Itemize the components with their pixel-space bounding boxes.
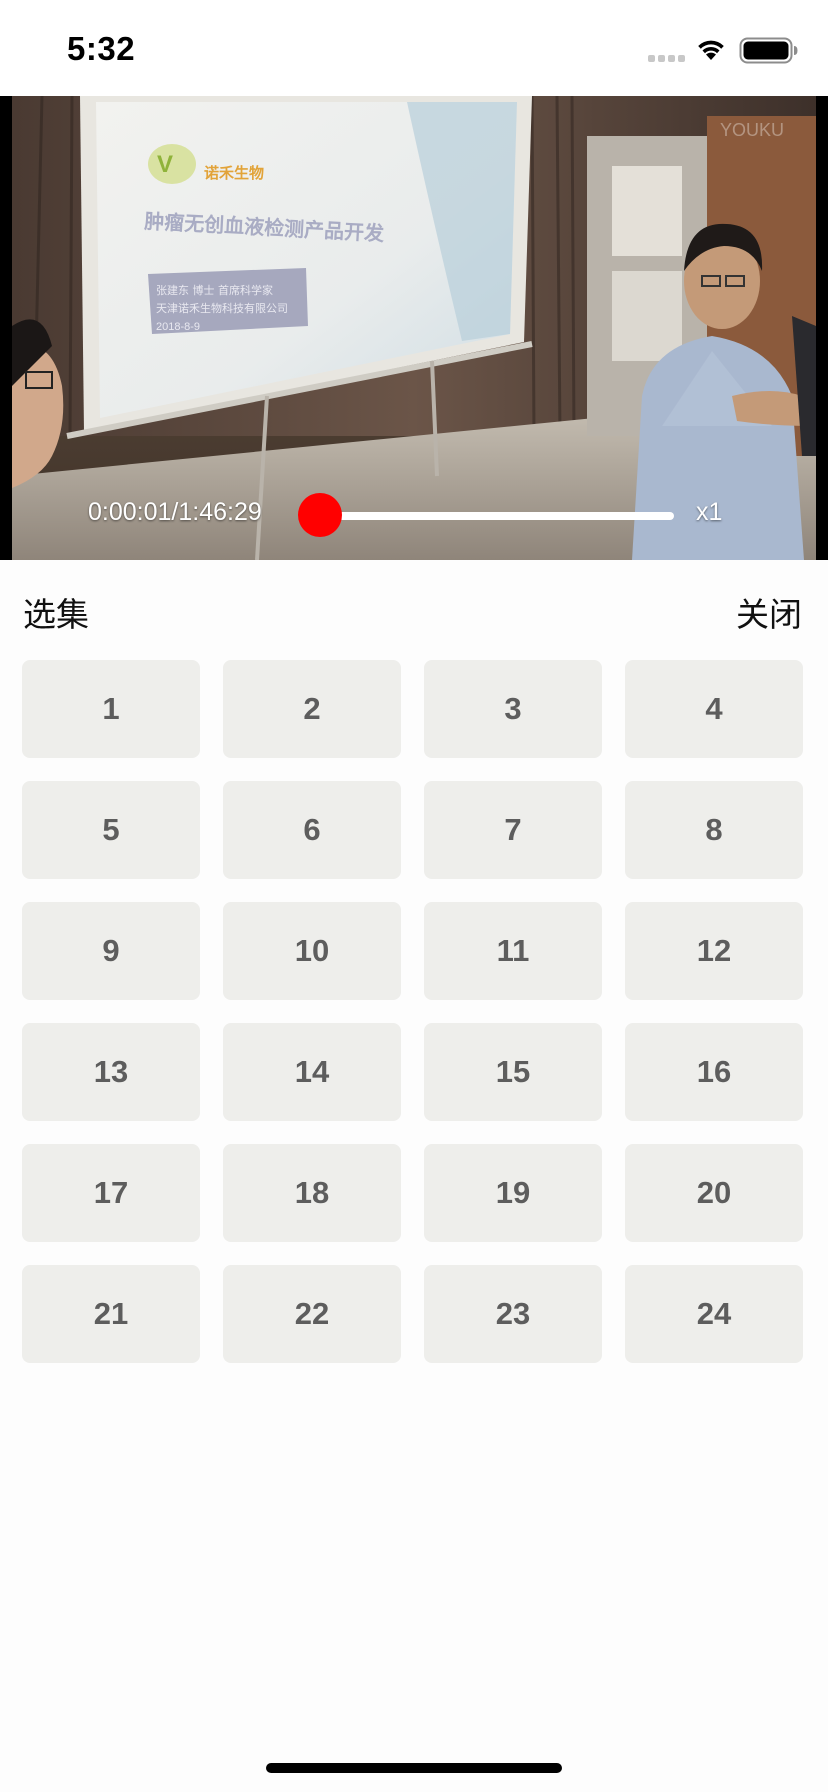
close-button[interactable]: 关闭 <box>736 588 802 636</box>
episode-button-1[interactable]: 1 <box>22 660 200 758</box>
status-time: 5:32 <box>67 30 136 67</box>
svg-text:V: V <box>157 151 173 178</box>
episode-button-20[interactable]: 20 <box>625 1144 803 1242</box>
battery-icon <box>739 37 798 64</box>
episode-button-4[interactable]: 4 <box>625 660 803 758</box>
progress-bar[interactable] <box>320 512 674 520</box>
slide-author-line1: 张建东 博士 首席科学家 <box>156 283 273 297</box>
episode-button-7[interactable]: 7 <box>424 781 602 879</box>
episode-button-16[interactable]: 16 <box>625 1023 803 1121</box>
episode-button-10[interactable]: 10 <box>223 902 401 1000</box>
episode-button-23[interactable]: 23 <box>424 1265 602 1363</box>
episode-button-22[interactable]: 22 <box>223 1265 401 1363</box>
episode-button-13[interactable]: 13 <box>22 1023 200 1121</box>
episode-button-15[interactable]: 15 <box>424 1023 602 1121</box>
episode-button-8[interactable]: 8 <box>625 781 803 879</box>
slide-date: 2018-8-9 <box>156 321 200 333</box>
episode-button-24[interactable]: 24 <box>625 1265 803 1363</box>
episode-button-18[interactable]: 18 <box>223 1144 401 1242</box>
status-bar: 5:32 <box>0 0 828 96</box>
slide-brand: 诺禾生物 <box>204 164 264 182</box>
home-indicator[interactable] <box>266 1763 562 1773</box>
video-player[interactable]: V 诺禾生物 肿瘤无创血液检测产品开发 张建东 博士 首席科学家 天津诺禾生物科… <box>0 96 828 560</box>
episode-button-6[interactable]: 6 <box>223 781 401 879</box>
episode-button-9[interactable]: 9 <box>22 902 200 1000</box>
episode-button-12[interactable]: 12 <box>625 902 803 1000</box>
progress-thumb[interactable] <box>298 493 342 537</box>
episode-button-3[interactable]: 3 <box>424 660 602 758</box>
episode-button-19[interactable]: 19 <box>424 1144 602 1242</box>
episode-button-14[interactable]: 14 <box>223 1023 401 1121</box>
episode-grid: 1 2 3 4 5 6 7 8 9 10 11 12 13 14 15 16 1… <box>22 660 804 1363</box>
episode-button-5[interactable]: 5 <box>22 781 200 879</box>
episode-button-2[interactable]: 2 <box>223 660 401 758</box>
episode-button-17[interactable]: 17 <box>22 1144 200 1242</box>
episode-button-11[interactable]: 11 <box>424 902 602 1000</box>
wifi-icon <box>698 40 724 60</box>
episode-button-21[interactable]: 21 <box>22 1265 200 1363</box>
slide-author-line2: 天津诺禾生物科技有限公司 <box>156 301 288 315</box>
playback-speed-button[interactable]: x1 <box>696 498 722 527</box>
video-frame: V 诺禾生物 肿瘤无创血液检测产品开发 张建东 博士 首席科学家 天津诺禾生物科… <box>12 96 816 560</box>
episode-panel-title: 选集 <box>23 596 89 633</box>
playback-time: 0:00:01/1:46:29 <box>88 498 262 526</box>
cellular-signal-icon <box>648 55 686 63</box>
watermark: YOUKU <box>720 120 784 140</box>
